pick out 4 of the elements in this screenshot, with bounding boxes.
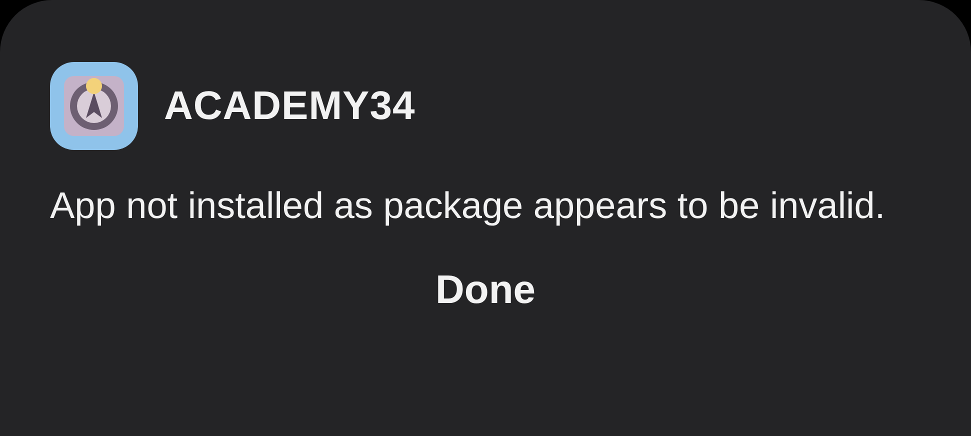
message-text: App not installed as package appears to be invalid.: [50, 184, 886, 228]
app-icon: [50, 62, 138, 150]
done-button[interactable]: Done: [416, 260, 556, 321]
app-name: ACADEMY34: [164, 84, 416, 128]
